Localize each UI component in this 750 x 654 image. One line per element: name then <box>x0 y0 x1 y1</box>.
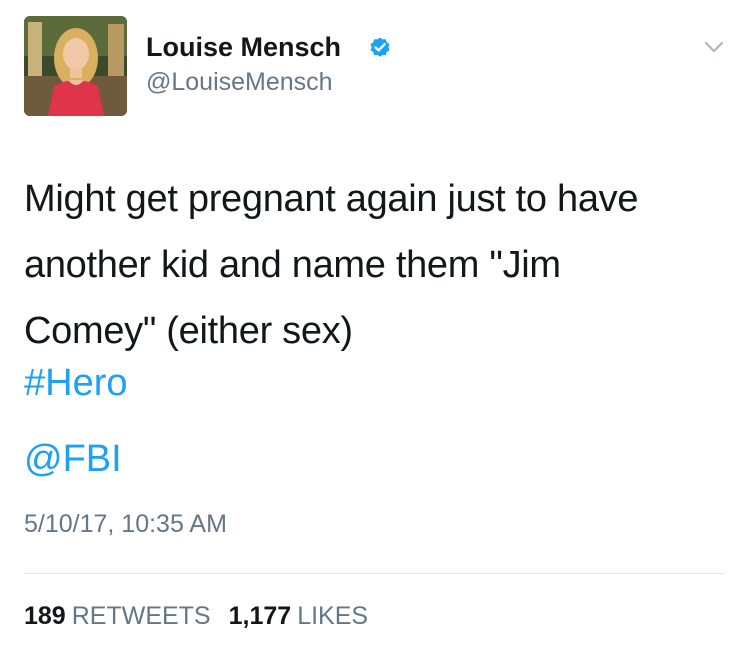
tweet-text-line: Comey" (either sex) <box>24 310 353 352</box>
likes-count: 1,177 <box>228 602 292 630</box>
hashtag-link[interactable]: #Hero <box>24 360 128 406</box>
avatar-photo <box>24 16 127 116</box>
avatar[interactable] <box>24 16 127 116</box>
retweets-stat[interactable]: 189 RETWEETS <box>24 600 211 632</box>
retweets-count: 189 <box>24 602 66 630</box>
mention-link[interactable]: @FBI <box>24 436 122 482</box>
tweet-card: Louise Mensch @LouiseMensch Might get pr… <box>0 0 750 654</box>
likes-stat[interactable]: 1,177 LIKES <box>229 600 368 632</box>
display-name[interactable]: Louise Mensch <box>146 30 341 64</box>
divider <box>24 573 724 574</box>
tweet-text-line: another kid and name them "Jim <box>24 244 561 286</box>
verified-badge-icon <box>370 37 390 57</box>
tweet-text: Might get pregnant again just to have an… <box>24 166 724 364</box>
chevron-down-icon[interactable] <box>702 36 726 58</box>
retweets-label: RETWEETS <box>71 602 211 630</box>
tweet-timestamp[interactable]: 5/10/17, 10:35 AM <box>24 508 227 540</box>
tweet-stats: 189 RETWEETS 1,177 LIKES <box>24 600 368 632</box>
likes-label: LIKES <box>297 602 369 630</box>
tweet-text-line: Might get pregnant again just to have <box>24 178 639 220</box>
user-handle[interactable]: @LouiseMensch <box>146 66 333 98</box>
